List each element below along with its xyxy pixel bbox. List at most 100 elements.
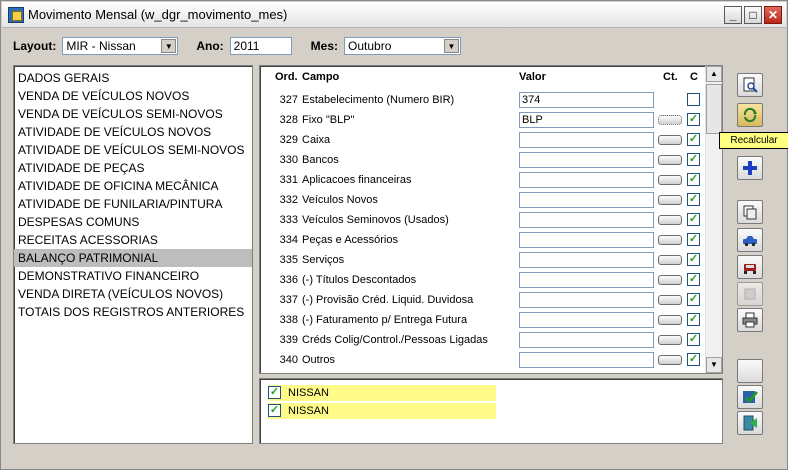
- row-ord: 333: [279, 214, 298, 226]
- section-item[interactable]: BALANÇO PATRIMONIAL: [14, 249, 252, 267]
- chevron-down-icon[interactable]: ▼: [161, 39, 177, 53]
- section-item[interactable]: RECEITAS ACESSORIAS: [14, 231, 252, 249]
- chevron-down-icon[interactable]: ▼: [444, 39, 460, 53]
- row-ct-button[interactable]: [658, 315, 682, 325]
- row-ct-button[interactable]: [658, 155, 682, 165]
- row-valor-input[interactable]: [519, 172, 654, 188]
- row-valor-input[interactable]: [519, 132, 654, 148]
- row-ct-button[interactable]: [658, 115, 682, 125]
- row-valor-input[interactable]: [519, 312, 654, 328]
- section-item[interactable]: DADOS GERAIS: [14, 69, 252, 87]
- section-item[interactable]: DEMONSTRATIVO FINANCEIRO: [14, 267, 252, 285]
- row-valor-input[interactable]: [519, 192, 654, 208]
- row-checkbox[interactable]: ✓: [687, 233, 700, 246]
- recalculate-button[interactable]: [737, 103, 763, 127]
- row-valor-input[interactable]: [519, 352, 654, 368]
- row-checkbox[interactable]: [687, 93, 700, 106]
- row-ord: 332: [279, 194, 298, 206]
- fields-grid: Ord. Campo Valor Ct. C 327 Estabeleciment…: [259, 65, 723, 374]
- row-valor-input[interactable]: [519, 292, 654, 308]
- preview-button[interactable]: [737, 73, 763, 97]
- list-item-checkbox[interactable]: ✓: [268, 404, 281, 417]
- row-ct-button[interactable]: [658, 275, 682, 285]
- section-item[interactable]: VENDA DIRETA (VEÍCULOS NOVOS): [14, 285, 252, 303]
- row-checkbox[interactable]: ✓: [687, 193, 700, 206]
- save-check-button[interactable]: [737, 385, 763, 409]
- table-row: 328 Fixo "BLP" BLP ✓: [260, 110, 706, 130]
- row-ct-button[interactable]: [658, 355, 682, 365]
- row-ct-button[interactable]: [658, 235, 682, 245]
- row-ct-button[interactable]: [658, 295, 682, 305]
- section-item[interactable]: TOTAIS DOS REGISTROS ANTERIORES: [14, 303, 252, 321]
- row-checkbox[interactable]: ✓: [687, 113, 700, 126]
- row-valor-input[interactable]: [519, 232, 654, 248]
- section-list: DADOS GERAIS VENDA DE VEÍCULOS NOVOS VENDA…: [13, 65, 253, 444]
- scroll-thumb[interactable]: [706, 84, 722, 134]
- scroll-down-icon[interactable]: ▼: [706, 357, 722, 373]
- row-checkbox[interactable]: ✓: [687, 273, 700, 286]
- section-item[interactable]: ATIVIDADE DE OFICINA MECÂNICA: [14, 177, 252, 195]
- recalculate-icon: [743, 107, 757, 123]
- list-item[interactable]: ✓ NISSAN: [268, 403, 496, 419]
- row-valor-input[interactable]: [519, 212, 654, 228]
- section-item[interactable]: VENDA DE VEÍCULOS SEMI-NOVOS: [14, 105, 252, 123]
- minimize-button[interactable]: _: [724, 6, 742, 24]
- table-row: 332 Veículos Novos ✓: [260, 190, 706, 210]
- grid-scrollbar[interactable]: ▲ ▼: [705, 66, 722, 373]
- row-checkbox[interactable]: ✓: [687, 213, 700, 226]
- row-ct-button[interactable]: [658, 255, 682, 265]
- row-ord: 329: [279, 134, 298, 146]
- recalculate-tooltip: Recalcular: [719, 132, 788, 149]
- scroll-up-icon[interactable]: ▲: [706, 66, 722, 82]
- car-button[interactable]: [737, 228, 763, 252]
- row-valor-input[interactable]: [519, 252, 654, 268]
- mes-select[interactable]: Outubro ▼: [344, 37, 462, 55]
- row-campo: Fixo "BLP": [302, 114, 355, 126]
- row-ct-button[interactable]: [658, 135, 682, 145]
- row-checkbox[interactable]: ✓: [687, 353, 700, 366]
- row-checkbox[interactable]: ✓: [687, 173, 700, 186]
- row-ct-button[interactable]: [658, 195, 682, 205]
- header-ord: Ord.: [275, 71, 298, 83]
- title-bar: Movimento Mensal (w_dgr_movimento_mes) _…: [2, 2, 786, 28]
- refresh-button[interactable]: [737, 282, 763, 306]
- list-item[interactable]: ✓ NISSAN: [268, 385, 496, 401]
- maximize-button[interactable]: □: [744, 6, 762, 24]
- row-checkbox[interactable]: ✓: [687, 293, 700, 306]
- list-item-label: NISSAN: [288, 405, 329, 417]
- copy-button[interactable]: [737, 200, 763, 224]
- row-valor-input[interactable]: [519, 152, 654, 168]
- row-checkbox[interactable]: ✓: [687, 333, 700, 346]
- print-button[interactable]: [737, 308, 763, 332]
- row-valor-input[interactable]: 374: [519, 92, 654, 108]
- row-checkbox[interactable]: ✓: [687, 253, 700, 266]
- row-valor-input[interactable]: [519, 332, 654, 348]
- section-item[interactable]: ATIVIDADE DE VEÍCULOS SEMI-NOVOS: [14, 141, 252, 159]
- row-valor-input[interactable]: [519, 272, 654, 288]
- blank-button[interactable]: [737, 359, 763, 383]
- row-ct-button[interactable]: [658, 175, 682, 185]
- list-item-checkbox[interactable]: ✓: [268, 386, 281, 399]
- section-item[interactable]: ATIVIDADE DE VEÍCULOS NOVOS: [14, 123, 252, 141]
- row-ct-button[interactable]: [658, 335, 682, 345]
- table-row: 334 Peças e Acessórios ✓: [260, 230, 706, 250]
- row-checkbox[interactable]: ✓: [687, 313, 700, 326]
- close-button[interactable]: ✕: [764, 6, 782, 24]
- row-ord: 331: [279, 174, 298, 186]
- section-item[interactable]: ATIVIDADE DE FUNILARIA/PINTURA: [14, 195, 252, 213]
- ano-label: Ano:: [196, 39, 224, 53]
- layout-select[interactable]: MIR - Nissan ▼: [62, 37, 179, 55]
- copy-icon: [743, 205, 757, 220]
- section-item[interactable]: VENDA DE VEÍCULOS NOVOS: [14, 87, 252, 105]
- add-button[interactable]: [737, 156, 763, 180]
- mes-label: Mes:: [310, 39, 339, 53]
- row-checkbox[interactable]: ✓: [687, 133, 700, 146]
- row-checkbox[interactable]: ✓: [687, 153, 700, 166]
- ano-input[interactable]: 2011: [229, 37, 292, 55]
- row-valor-input[interactable]: BLP: [519, 112, 654, 128]
- row-ct-button[interactable]: [658, 215, 682, 225]
- section-item[interactable]: DESPESAS COMUNS: [14, 213, 252, 231]
- car-front-button[interactable]: [737, 255, 763, 279]
- exit-button[interactable]: [737, 411, 763, 435]
- section-item[interactable]: ATIVIDADE DE PEÇAS: [14, 159, 252, 177]
